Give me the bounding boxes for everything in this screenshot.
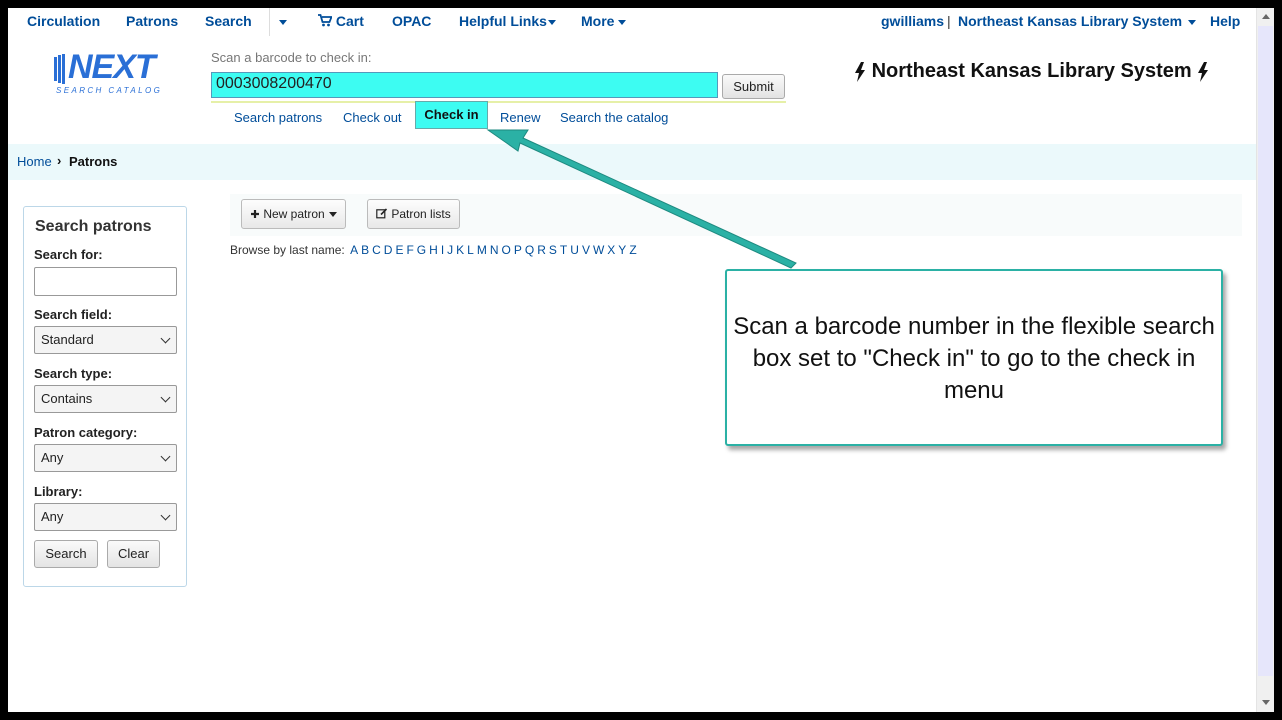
scroll-down-icon[interactable]	[1262, 700, 1270, 705]
browser-viewport: Circulation Patrons Search Cart OPAC Hel…	[8, 8, 1274, 712]
vertical-scrollbar[interactable]	[1256, 8, 1274, 712]
callout-text: Scan a barcode number in the flexible se…	[733, 313, 1215, 404]
scroll-up-icon[interactable]	[1262, 14, 1270, 19]
instruction-callout: Scan a barcode number in the flexible se…	[725, 269, 1223, 446]
scroll-thumb[interactable]	[1258, 26, 1273, 676]
